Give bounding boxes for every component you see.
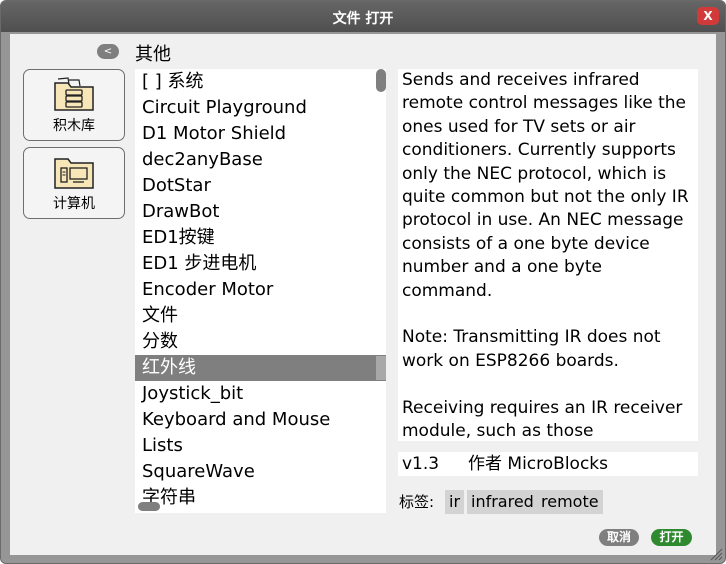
sidebar-item-label: 计算机 (53, 196, 95, 212)
list-item[interactable]: DrawBot (135, 199, 386, 225)
horizontal-scrollbar[interactable] (138, 502, 160, 511)
selection-marker (376, 356, 386, 380)
description-text: Sends and receives infrared remote contr… (402, 69, 694, 441)
title-bar[interactable]: 文件 打开 X (1, 1, 725, 32)
list-item[interactable]: Circuit Playground (135, 95, 386, 121)
tag-chip: infrared (467, 490, 538, 514)
sidebar-item-library[interactable]: 积木库 (23, 69, 125, 141)
list-item[interactable]: 字符串 (135, 485, 386, 511)
file-open-dialog: 文件 打开 X < 其他 积木库 计算机 [] 系统 Circuit Play… (0, 0, 726, 564)
computer-folder-icon (54, 158, 94, 189)
list-item[interactable]: D1 Motor Shield (135, 121, 386, 147)
vertical-scrollbar[interactable] (376, 69, 386, 92)
list-item[interactable]: Joystick_bit (135, 381, 386, 407)
tag-chip: remote (537, 490, 603, 514)
resize-grip-icon[interactable] (709, 547, 723, 561)
list-item[interactable]: Lists (135, 433, 386, 459)
dialog-content: < 其他 积木库 计算机 [] 系统 Circuit Playground D… (10, 34, 716, 555)
description-paragraph: Sends and receives infrared remote contr… (402, 70, 689, 301)
sidebar-item-computer[interactable]: 计算机 (23, 147, 125, 219)
version-label: v1.3 (402, 454, 440, 474)
list-item[interactable]: ED1 步进电机 (135, 251, 386, 277)
dialog-title: 文件 打开 (332, 11, 394, 27)
list-item[interactable]: [ ] 系统 (135, 69, 386, 95)
tag-chip: ir (445, 490, 465, 514)
description-paragraph: Receiving requires an IR receiver module… (402, 397, 683, 441)
list-item[interactable]: 文件 (135, 303, 386, 329)
cancel-button[interactable]: 取消 (599, 529, 639, 546)
list-item[interactable]: 分数 (135, 329, 386, 355)
list-item[interactable]: Encoder Motor (135, 277, 386, 303)
version-author-box: v1.3 作者 MicroBlocks (398, 452, 698, 476)
author-label: 作者 MicroBlocks (468, 454, 608, 474)
list-item[interactable]: ED1按键 (135, 225, 386, 251)
tags-label: 标签: (399, 493, 435, 511)
library-folder-icon (54, 77, 94, 111)
file-list[interactable]: [ ] 系统 Circuit Playground D1 Motor Shiel… (135, 69, 386, 513)
list-item[interactable]: DotStar (135, 173, 386, 199)
description-panel[interactable]: Sends and receives infrared remote contr… (398, 69, 698, 441)
description-paragraph: Note: Transmitting IR does not work on E… (402, 327, 661, 371)
current-folder-label: 其他 (135, 44, 171, 65)
open-button[interactable]: 打开 (651, 529, 692, 546)
close-button[interactable]: X (697, 7, 719, 25)
sidebar-item-label: 积木库 (53, 118, 95, 134)
list-item-selected[interactable]: 红外线 (135, 355, 386, 381)
back-button[interactable]: < (97, 44, 119, 59)
list-item[interactable]: SquareWave (135, 459, 386, 485)
list-item[interactable]: dec2anyBase (135, 147, 386, 173)
list-item[interactable]: Keyboard and Mouse (135, 407, 386, 433)
